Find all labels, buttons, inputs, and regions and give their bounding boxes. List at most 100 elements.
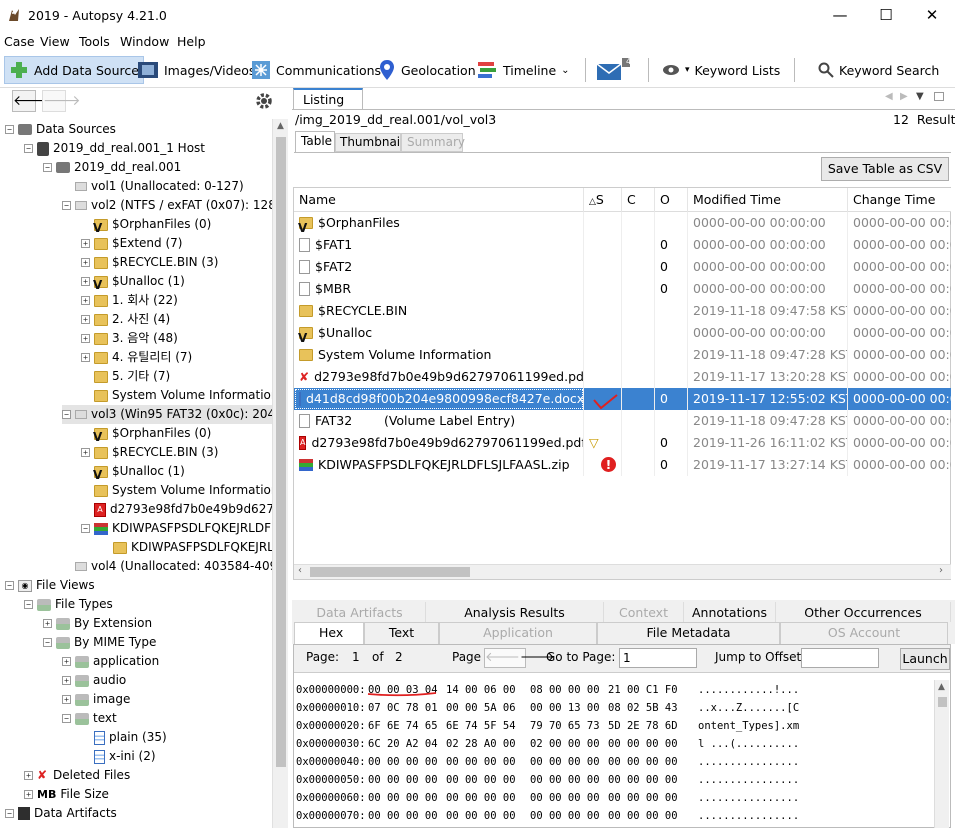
table-row[interactable]: $OrphanFiles 0000-00-00 00:00:00 0000-00-0… bbox=[294, 212, 951, 234]
table-row[interactable]: KDIWPASFPSDLFQKEJRLDFLSJLFAASL.zip! 0 2019… bbox=[294, 454, 951, 476]
launch-button[interactable]: Launch bbox=[900, 648, 950, 670]
col-name[interactable]: Name bbox=[294, 188, 584, 212]
tree-node[interactable]: + $Unalloc (1) bbox=[81, 272, 185, 295]
forward-arrow-icon[interactable]: 🡒 bbox=[42, 90, 81, 112]
communications-button[interactable]: Communications bbox=[251, 56, 381, 84]
expand-icon[interactable]: + bbox=[81, 296, 90, 305]
tree-node[interactable]: KDIWPASFPSDLFQKEJRL bbox=[100, 538, 272, 557]
collapse-icon[interactable]: − bbox=[62, 410, 71, 419]
menu-help[interactable]: Help bbox=[177, 34, 206, 49]
tree-node[interactable]: + MB File Size bbox=[24, 785, 109, 804]
tree-node[interactable]: Ad2793e98fd7b0e49b9d6279 bbox=[81, 500, 272, 519]
tree-node[interactable]: vol1 (Unallocated: 0-127) bbox=[62, 177, 244, 196]
tab-nav-left-icon[interactable]: ◀ bbox=[885, 91, 893, 102]
scroll-up-icon[interactable]: ▲ bbox=[938, 682, 945, 692]
col-modified-time[interactable]: Modified Time bbox=[688, 188, 848, 212]
tree-node[interactable]: − vol3 (Win95 FAT32 (0x0c): 204 bbox=[62, 405, 272, 424]
tab-text[interactable]: Text bbox=[364, 622, 439, 644]
tab-application[interactable]: Application bbox=[439, 622, 597, 644]
collapse-icon[interactable]: − bbox=[5, 809, 14, 818]
subtab-summary[interactable]: Summary bbox=[401, 133, 465, 152]
keyword-lists-button[interactable]: ▾ Keyword Lists bbox=[662, 56, 780, 84]
back-arrow-icon[interactable]: 🡐 bbox=[12, 90, 51, 112]
table-row[interactable]: $FAT1 0 0000-00-00 00:00:00 0000-00-00 00:0 bbox=[294, 234, 951, 256]
menu-view[interactable]: View bbox=[40, 34, 70, 49]
table-row[interactable]: ✘ d2793e98fd7b0e49b9d62797061199ed.pdf 201… bbox=[294, 366, 951, 388]
tree-node[interactable]: $OrphanFiles (0) bbox=[81, 424, 211, 447]
scroll-right-icon[interactable]: › bbox=[939, 565, 943, 576]
expand-icon[interactable]: + bbox=[81, 353, 90, 362]
tab-hex[interactable]: Hex bbox=[294, 622, 364, 644]
tree-node[interactable]: − File Types bbox=[24, 595, 113, 614]
tree-node[interactable]: − 2019_dd_real.001 bbox=[43, 158, 181, 177]
subtab-thumbnail[interactable]: Thumbnail bbox=[335, 133, 403, 152]
hex-scrollbar[interactable]: ▲ bbox=[934, 680, 949, 828]
expand-icon[interactable]: + bbox=[24, 771, 33, 780]
tab-file-metadata[interactable]: File Metadata bbox=[597, 622, 780, 644]
expand-icon[interactable]: + bbox=[81, 315, 90, 324]
menu-tools[interactable]: Tools bbox=[79, 34, 110, 49]
collapse-icon[interactable]: − bbox=[24, 144, 33, 153]
tree-node[interactable]: + $Extend (7) bbox=[81, 234, 182, 253]
expand-icon[interactable]: + bbox=[62, 657, 71, 666]
table-hscrollbar[interactable]: ‹ › bbox=[294, 564, 951, 579]
tab-annotations[interactable]: Annotations bbox=[684, 602, 776, 622]
expand-icon[interactable]: + bbox=[43, 619, 52, 628]
goto-page-input[interactable] bbox=[619, 648, 697, 668]
tree-node[interactable]: +3. 음악 (48) bbox=[81, 329, 178, 348]
images-videos-button[interactable]: Images/Videos bbox=[137, 56, 255, 84]
collapse-icon[interactable]: − bbox=[43, 638, 52, 647]
tree-node[interactable]: + application bbox=[62, 652, 159, 671]
table-hscroll-thumb[interactable] bbox=[310, 567, 470, 577]
table-row[interactable]: $MBR 0 0000-00-00 00:00:00 0000-00-00 00:0 bbox=[294, 278, 951, 300]
tree-node[interactable]: − By MIME Type bbox=[43, 633, 156, 652]
tree-node[interactable]: 5. 기타 (7) bbox=[81, 367, 170, 386]
tree-node[interactable]: + ✘ Deleted Files bbox=[24, 766, 130, 785]
tree-node[interactable]: − KDIWPASFPSDLFQKEJRLDFL bbox=[81, 519, 272, 538]
tab-os-account[interactable]: OS Account bbox=[780, 622, 948, 644]
subtab-table[interactable]: Table bbox=[295, 131, 335, 152]
tree-node[interactable]: +1. 회사 (22) bbox=[81, 291, 178, 310]
expand-icon[interactable]: + bbox=[62, 695, 71, 704]
restore-icon[interactable] bbox=[934, 92, 944, 101]
expand-icon[interactable]: + bbox=[81, 277, 90, 286]
table-row[interactable]: d41d8cd98f00b204e9800998ecf8427e.docx✓02… bbox=[294, 388, 951, 410]
gear-icon[interactable] bbox=[254, 91, 274, 111]
tree-node[interactable]: − 2019_dd_real.001_1 Host bbox=[24, 139, 205, 158]
tree-node[interactable]: System Volume Information bbox=[81, 481, 272, 500]
tree-node[interactable]: − text bbox=[62, 709, 117, 728]
tree-node[interactable]: vol4 (Unallocated: 403584-409 bbox=[62, 557, 272, 576]
table-row[interactable]: $Unalloc 0000-00-00 00:00:00 0000-00-00 00… bbox=[294, 322, 951, 344]
collapse-icon[interactable]: − bbox=[81, 524, 90, 533]
col-s[interactable]: △S bbox=[584, 188, 622, 212]
close-button[interactable]: ✕ bbox=[909, 0, 955, 32]
expand-icon[interactable]: + bbox=[81, 258, 90, 267]
tab-analysis-results[interactable]: Analysis Results bbox=[426, 602, 604, 622]
collapse-icon[interactable]: − bbox=[5, 581, 14, 590]
expand-icon[interactable]: + bbox=[81, 448, 90, 457]
minimize-button[interactable]: — bbox=[817, 0, 863, 32]
table-row[interactable]: Ad2793e98fd7b0e49b9d62797061199ed.pdf ▽ 0 2… bbox=[294, 432, 951, 454]
data-source-tree[interactable]: − Data Sources −2019_dd_real.001_1 Host −20… bbox=[0, 119, 272, 828]
col-c[interactable]: C bbox=[622, 188, 655, 212]
tree-node[interactable]: x-ini (2) bbox=[81, 747, 156, 766]
add-data-source-button[interactable]: Add Data Source bbox=[4, 56, 144, 84]
expand-icon[interactable]: + bbox=[62, 676, 71, 685]
tree-node[interactable]: plain (35) bbox=[81, 728, 167, 747]
collapse-icon[interactable]: − bbox=[62, 201, 71, 210]
collapse-icon[interactable]: − bbox=[62, 714, 71, 723]
tree-node[interactable]: − Data Sources bbox=[5, 120, 116, 139]
collapse-icon[interactable]: − bbox=[43, 163, 52, 172]
jump-offset-input[interactable] bbox=[801, 648, 879, 668]
expand-icon[interactable]: + bbox=[24, 790, 33, 799]
hex-scroll-thumb[interactable] bbox=[938, 697, 947, 707]
geolocation-button[interactable]: Geolocation bbox=[378, 56, 476, 84]
tree-scroll-thumb[interactable] bbox=[276, 137, 286, 767]
tree-node[interactable]: + By Extension bbox=[43, 614, 152, 633]
tab-nav-right-icon[interactable]: ▶ bbox=[900, 91, 908, 102]
table-row[interactable]: $FAT2 0 0000-00-00 00:00:00 0000-00-00 00:0 bbox=[294, 256, 951, 278]
expand-icon[interactable]: + bbox=[81, 239, 90, 248]
tree-node[interactable]: + $RECYCLE.BIN (3) bbox=[81, 443, 218, 462]
tab-listing[interactable]: Listing bbox=[293, 88, 363, 110]
timeline-button[interactable]: Timeline ⌄ bbox=[476, 56, 570, 84]
